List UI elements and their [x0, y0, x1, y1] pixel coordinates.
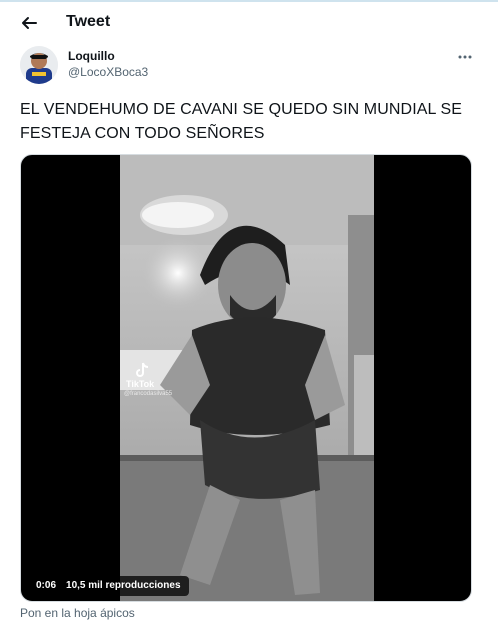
video-frame[interactable]: TikTok @francodasilva55 [120, 155, 374, 601]
more-options-button[interactable] [456, 50, 474, 64]
author-handle[interactable]: @LocoXBoca3 [68, 64, 148, 80]
page-title: Tweet [66, 13, 111, 30]
arrow-left-icon [22, 17, 37, 29]
back-button[interactable] [16, 10, 42, 36]
avatar[interactable] [20, 46, 58, 84]
more-horizontal-icon [458, 55, 472, 59]
tiktok-logo-icon [136, 362, 149, 377]
tiktok-username: @francodasilva55 [124, 391, 173, 397]
tweet-video[interactable]: TikTok @francodasilva55 0:06 10,5 mil rep… [20, 154, 472, 602]
tweet-text: EL VENDEHUMO DE CAVANI SE QUEDO SIN MUND… [20, 101, 463, 142]
page-header: Tweet [0, 2, 498, 42]
tiktok-name: TikTok [126, 379, 155, 389]
avatar-image [20, 46, 58, 84]
partial-footer-text: Pon en la hoja ápicos [20, 606, 135, 620]
tweet-author: Loquillo @LocoXBoca3 [20, 46, 478, 88]
video-info-pill: 0:06 10,5 mil reproducciones [28, 576, 189, 596]
author-names: Loquillo @LocoXBoca3 [68, 49, 148, 80]
video-duration: 0:06 [36, 580, 57, 591]
video-views: 10,5 mil reproducciones [66, 580, 181, 591]
author-display-name[interactable]: Loquillo [68, 49, 148, 64]
tiktok-watermark: TikTok @francodasilva55 [124, 361, 194, 398]
